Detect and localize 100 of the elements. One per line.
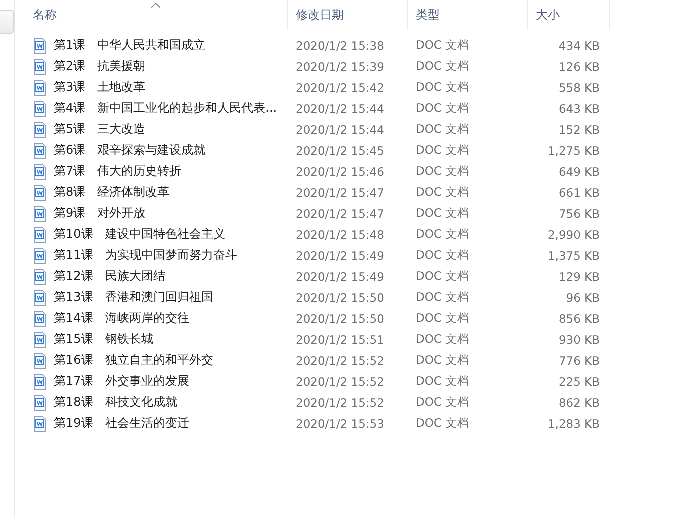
file-type: DOC 文档 (415, 59, 471, 74)
modified-date: 2020/1/2 15:52 (295, 374, 386, 388)
file-type: DOC 文档 (415, 206, 471, 221)
modified-date: 2020/1/2 15:52 (295, 354, 386, 368)
column-header[interactable]: 修改日期 (288, 0, 408, 30)
word-document-icon (33, 142, 47, 158)
file-name[interactable]: 第5课 三大改造 (54, 121, 146, 138)
file-type: DOC 文档 (415, 122, 471, 137)
modified-date: 2020/1/2 15:48 (295, 228, 386, 242)
file-size: 649 KB (558, 164, 601, 178)
file-size: 643 KB (558, 102, 601, 116)
file-name[interactable]: 第19课 社会生活的变迁 (54, 415, 190, 432)
file-size: 129 KB (558, 270, 601, 284)
word-document-icon (33, 374, 47, 390)
file-size: 2,990 KB (546, 228, 601, 242)
word-document-icon (33, 58, 47, 74)
word-document-icon (33, 310, 47, 326)
file-name[interactable]: 第10课 建设中国特色社会主义 (54, 226, 226, 243)
file-name[interactable]: 第18课 科技文化成就 (54, 394, 178, 411)
modified-date: 2020/1/2 15:53 (295, 416, 386, 430)
file-type: DOC 文档 (415, 269, 471, 284)
file-name[interactable]: 第7课 伟大的历史转折 (54, 163, 182, 180)
file-name[interactable]: 第3课 土地改革 (54, 79, 146, 96)
modified-date: 2020/1/2 15:38 (295, 38, 386, 52)
file-size: 434 KB (558, 38, 601, 52)
file-type: DOC 文档 (415, 374, 471, 389)
file-size: 1,283 KB (546, 416, 601, 430)
file-type: DOC 文档 (415, 227, 471, 242)
modified-date: 2020/1/2 15:47 (295, 206, 386, 220)
file-type: DOC 文档 (415, 416, 471, 431)
file-name[interactable]: 第12课 民族大团结 (54, 268, 166, 285)
file-name[interactable]: 第15课 钢铁长城 (54, 331, 154, 348)
file-type: DOC 文档 (415, 185, 471, 200)
modified-date: 2020/1/2 15:45 (295, 144, 386, 158)
word-document-icon (33, 394, 47, 410)
pane-toggle-button[interactable] (0, 10, 14, 34)
file-size: 856 KB (558, 312, 601, 326)
word-document-icon (33, 416, 47, 432)
word-document-icon (33, 164, 47, 180)
file-type: DOC 文档 (415, 290, 471, 305)
file-name[interactable]: 第16课 独立自主的和平外交 (54, 352, 214, 369)
word-document-icon (33, 268, 47, 284)
file-size: 1,375 KB (546, 248, 601, 262)
file-size: 126 KB (558, 60, 601, 74)
file-type: DOC 文档 (415, 332, 471, 347)
modified-date: 2020/1/2 15:42 (295, 80, 386, 94)
modified-date: 2020/1/2 15:49 (295, 270, 386, 284)
modified-date: 2020/1/2 15:39 (295, 60, 386, 74)
word-document-icon (33, 38, 47, 54)
word-document-icon (33, 248, 47, 264)
file-type: DOC 文档 (415, 353, 471, 368)
file-size: 862 KB (558, 396, 601, 410)
sort-ascending-icon (152, 3, 160, 8)
word-document-icon (33, 290, 47, 306)
file-size: 661 KB (558, 186, 601, 200)
file-size: 152 KB (558, 122, 601, 136)
file-size: 96 KB (565, 290, 601, 304)
column-header[interactable]: 名称 (25, 0, 288, 30)
file-size: 756 KB (558, 206, 601, 220)
word-document-icon (33, 352, 47, 368)
file-type: DOC 文档 (415, 248, 471, 263)
file-name[interactable]: 第11课 为实现中国梦而努力奋斗 (54, 247, 238, 264)
word-document-icon (33, 226, 47, 242)
file-size: 1,275 KB (546, 144, 601, 158)
modified-date: 2020/1/2 15:52 (295, 396, 386, 410)
file-size: 776 KB (558, 354, 601, 368)
modified-date: 2020/1/2 15:47 (295, 186, 386, 200)
file-name[interactable]: 第6课 艰辛探索与建设成就 (54, 142, 206, 159)
file-name[interactable]: 第14课 海峡两岸的交往 (54, 310, 190, 327)
word-document-icon (33, 332, 47, 348)
column-header[interactable]: 大小 (528, 0, 610, 30)
modified-date: 2020/1/2 15:50 (295, 290, 386, 304)
file-name[interactable]: 第4课 新中国工业化的起步和人民代表... (54, 100, 278, 117)
file-name[interactable]: 第2课 抗美援朝 (54, 58, 146, 75)
word-document-icon (33, 80, 47, 96)
file-size: 225 KB (558, 374, 601, 388)
file-type: DOC 文档 (415, 164, 471, 179)
word-document-icon (33, 100, 47, 116)
file-type: DOC 文档 (415, 80, 471, 95)
modified-date: 2020/1/2 15:44 (295, 122, 386, 136)
file-type: DOC 文档 (415, 101, 471, 116)
modified-date: 2020/1/2 15:51 (295, 332, 386, 346)
file-type: DOC 文档 (415, 143, 471, 158)
modified-date: 2020/1/2 15:50 (295, 312, 386, 326)
word-document-icon (33, 184, 47, 200)
file-size: 930 KB (558, 332, 601, 346)
file-name[interactable]: 第17课 外交事业的发展 (54, 373, 190, 390)
file-type: DOC 文档 (415, 395, 471, 410)
column-header[interactable]: 类型 (408, 0, 528, 30)
file-name[interactable]: 第1课 中华人民共和国成立 (54, 37, 206, 54)
modified-date: 2020/1/2 15:46 (295, 164, 386, 178)
modified-date: 2020/1/2 15:49 (295, 248, 386, 262)
file-name[interactable]: 第8课 经济体制改革 (54, 184, 170, 201)
file-type: DOC 文档 (415, 311, 471, 326)
word-document-icon (33, 122, 47, 138)
file-size: 558 KB (558, 80, 601, 94)
file-type: DOC 文档 (415, 38, 471, 53)
file-name[interactable]: 第9课 对外开放 (54, 205, 146, 222)
modified-date: 2020/1/2 15:44 (295, 102, 386, 116)
file-name[interactable]: 第13课 香港和澳门回归祖国 (54, 289, 214, 306)
